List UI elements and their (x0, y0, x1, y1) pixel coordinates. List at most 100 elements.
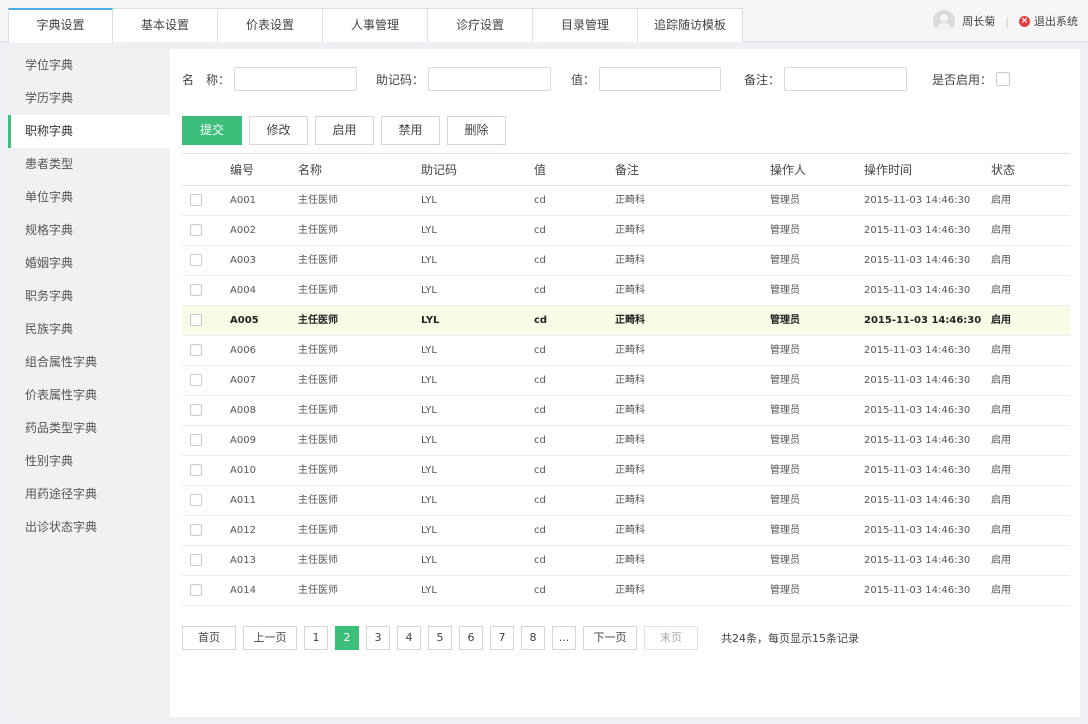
cell-operator: 管理员 (770, 555, 800, 566)
row-checkbox[interactable] (190, 524, 202, 536)
tab-treatment-settings[interactable]: 诊疗设置 (428, 8, 533, 42)
sidebar-item[interactable]: 患者类型 (8, 148, 170, 181)
mnemonic-input[interactable] (428, 67, 552, 91)
cell-name: 主任医师 (298, 195, 338, 206)
sidebar-item[interactable]: 民族字典 (8, 313, 170, 346)
row-checkbox[interactable] (190, 494, 202, 506)
cell-operator: 管理员 (770, 255, 800, 266)
note-input[interactable] (784, 67, 908, 91)
row-checkbox[interactable] (190, 554, 202, 566)
sidebar-item[interactable]: 规格字典 (8, 214, 170, 247)
sidebar-item[interactable]: 学历字典 (8, 82, 170, 115)
name-input[interactable] (234, 67, 358, 91)
row-checkbox[interactable] (190, 584, 202, 596)
tab-basic-settings[interactable]: 基本设置 (113, 8, 218, 42)
page-number-button[interactable]: 8 (521, 626, 545, 650)
tab-dictionary-settings[interactable]: 字典设置 (8, 8, 113, 43)
divider: | (1005, 14, 1009, 28)
cell-time: 2015-11-03 14:46:30 (864, 285, 971, 296)
cell-mnemonic: LYL (421, 345, 437, 356)
table-row[interactable]: A002 主任医师 LYL cd 正畸科 管理员 2015-11-03 14:46:30 启用 (182, 216, 1070, 246)
table-row[interactable]: A008 主任医师 LYL cd 正畸科 管理员 2015-11-03 14:46:30 启用 (182, 396, 1070, 426)
sidebar-item[interactable]: 婚姻字典 (8, 247, 170, 280)
delete-button[interactable]: 删除 (447, 116, 506, 145)
cell-operator: 管理员 (770, 465, 800, 476)
row-checkbox[interactable] (190, 284, 202, 296)
cell-name: 主任医师 (298, 345, 338, 356)
tab-personnel[interactable]: 人事管理 (323, 8, 428, 42)
row-checkbox[interactable] (190, 344, 202, 356)
table-row[interactable]: A011 主任医师 LYL cd 正畸科 管理员 2015-11-03 14:46:30 启用 (182, 486, 1070, 516)
avatar[interactable] (933, 10, 956, 32)
pagination-info: 共24条，每页显示15条记录 (721, 632, 859, 645)
cell-value: cd (534, 345, 546, 356)
sidebar-item[interactable]: 用药途径字典 (8, 478, 170, 511)
value-input[interactable] (599, 67, 722, 91)
page-number-button[interactable]: ... (552, 626, 576, 650)
page-number-button[interactable]: 7 (490, 626, 514, 650)
cell-name: 主任医师 (298, 555, 338, 566)
cell-status: 启用 (991, 285, 1011, 296)
table-row[interactable]: A009 主任医师 LYL cd 正畸科 管理员 2015-11-03 14:46:30 启用 (182, 426, 1070, 456)
sidebar-item[interactable]: 组合属性字典 (8, 346, 170, 379)
cell-note: 正畸科 (615, 405, 645, 416)
table-row[interactable]: A004 主任医师 LYL cd 正畸科 管理员 2015-11-03 14:46:30 启用 (182, 276, 1070, 306)
pagination: 首页 上一页 1 2 3 4 5 6 7 8... 下一页 末页 共24条，每页显示15条记录 (182, 626, 859, 650)
table-row[interactable]: A012 主任医师 LYL cd 正畸科 管理员 2015-11-03 14:46:30 启用 (182, 516, 1070, 546)
row-checkbox[interactable] (190, 194, 202, 206)
tab-followup-template[interactable]: 追踪随访模板 (638, 8, 743, 42)
sidebar-item[interactable]: 单位字典 (8, 181, 170, 214)
header-name: 名称 (298, 163, 323, 177)
last-page-button[interactable]: 末页 (644, 626, 698, 650)
table-row[interactable]: A001 主任医师 LYL cd 正畸科 管理员 2015-11-03 14:46:30 启用 (182, 186, 1070, 216)
sidebar-item[interactable]: 学位字典 (8, 49, 170, 82)
sidebar-item[interactable]: 药品类型字典 (8, 412, 170, 445)
cell-value: cd (534, 405, 546, 416)
table-row[interactable]: A003 主任医师 LYL cd 正畸科 管理员 2015-11-03 14:46:30 启用 (182, 246, 1070, 276)
sidebar-item[interactable]: 价表属性字典 (8, 379, 170, 412)
row-checkbox[interactable] (190, 464, 202, 476)
page-number-button[interactable]: 4 (397, 626, 421, 650)
prev-page-button[interactable]: 上一页 (243, 626, 297, 650)
page-number-button[interactable]: 1 (304, 626, 328, 650)
cell-mnemonic: LYL (421, 585, 437, 596)
table-row[interactable]: A006 主任医师 LYL cd 正畸科 管理员 2015-11-03 14:46:30 启用 (182, 336, 1070, 366)
sidebar-item[interactable]: 职称字典 (8, 115, 170, 148)
cell-mnemonic: LYL (421, 195, 437, 206)
row-checkbox[interactable] (190, 374, 202, 386)
row-checkbox[interactable] (190, 254, 202, 266)
table-row[interactable]: A013 主任医师 LYL cd 正畸科 管理员 2015-11-03 14:46:30 启用 (182, 546, 1070, 576)
page-number-button[interactable]: 5 (428, 626, 452, 650)
cell-time: 2015-11-03 14:46:30 (864, 375, 971, 386)
edit-button[interactable]: 修改 (249, 116, 308, 145)
cell-code: A009 (230, 435, 256, 446)
next-page-button[interactable]: 下一页 (583, 626, 637, 650)
first-page-button[interactable]: 首页 (182, 626, 236, 650)
submit-button[interactable]: 提交 (182, 116, 242, 145)
page-number-button[interactable]: 3 (366, 626, 390, 650)
sidebar-item[interactable]: 职务字典 (8, 280, 170, 313)
row-checkbox[interactable] (190, 404, 202, 416)
enable-button[interactable]: 启用 (315, 116, 374, 145)
page-number-button[interactable]: 2 (335, 626, 359, 650)
tab-catalog[interactable]: 目录管理 (533, 8, 638, 42)
row-checkbox[interactable] (190, 314, 202, 326)
table-row[interactable]: A005 主任医师 LYL cd 正畸科 管理员 2015-11-03 14:46:30 启用 (182, 306, 1070, 336)
row-checkbox[interactable] (190, 224, 202, 236)
cell-code: A010 (230, 465, 256, 476)
disable-button[interactable]: 禁用 (381, 116, 440, 145)
logout-button[interactable]: × 退出系统 (1019, 13, 1078, 29)
sidebar-item[interactable]: 性别字典 (8, 445, 170, 478)
cell-code: A002 (230, 225, 256, 236)
enabled-checkbox[interactable] (996, 72, 1011, 86)
table-row[interactable]: A014 主任医师 LYL cd 正畸科 管理员 2015-11-03 14:46:30 启用 (182, 576, 1070, 606)
page-number-button[interactable]: 6 (459, 626, 483, 650)
table-row[interactable]: A010 主任医师 LYL cd 正畸科 管理员 2015-11-03 14:46:30 启用 (182, 456, 1070, 486)
cell-name: 主任医师 (298, 225, 338, 236)
cell-note: 正畸科 (615, 255, 645, 266)
sidebar-item[interactable]: 出诊状态字典 (8, 511, 170, 544)
cell-value: cd (534, 315, 548, 326)
table-row[interactable]: A007 主任医师 LYL cd 正畸科 管理员 2015-11-03 14:46:30 启用 (182, 366, 1070, 396)
row-checkbox[interactable] (190, 434, 202, 446)
tab-price-settings[interactable]: 价表设置 (218, 8, 323, 42)
